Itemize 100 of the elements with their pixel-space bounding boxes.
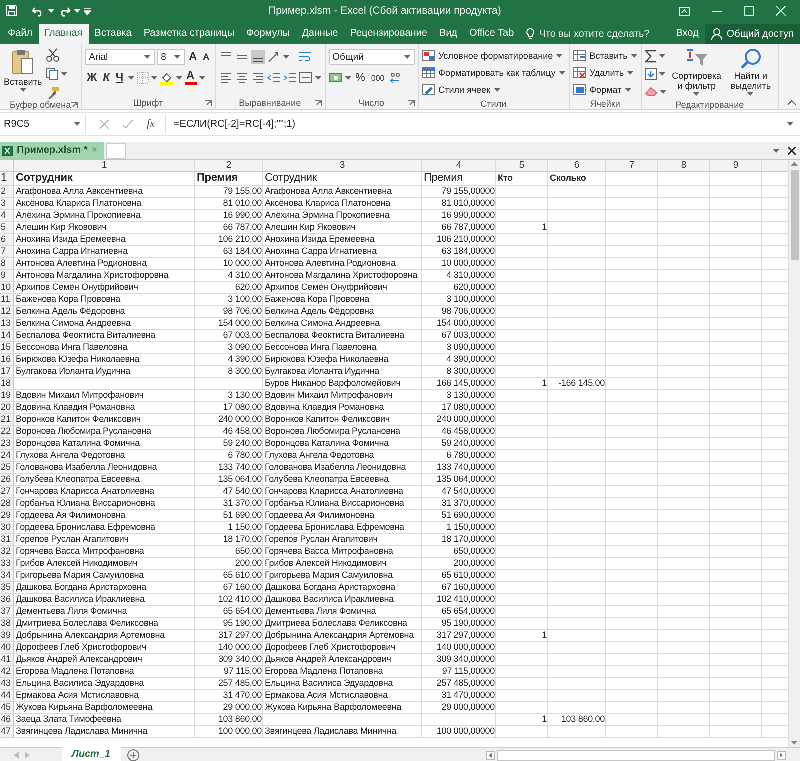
caret-icon[interactable] (627, 71, 634, 75)
row-header[interactable]: 12 (0, 306, 14, 317)
caret-icon[interactable] (556, 54, 564, 58)
maximize-icon[interactable] (744, 6, 754, 16)
caret-icon[interactable] (658, 72, 666, 76)
row-header[interactable]: 10 (0, 282, 14, 293)
cells-menu-button[interactable]: Удалить (572, 65, 638, 81)
row-header[interactable]: 5 (0, 222, 14, 233)
caret-icon[interactable] (48, 9, 55, 13)
font-color-button[interactable]: A (184, 71, 197, 85)
customize-toolbar-icon[interactable] (84, 8, 91, 14)
number-format-field[interactable]: Общий (328, 49, 415, 65)
caret-icon[interactable] (61, 72, 68, 76)
row-header[interactable]: 37 (0, 606, 14, 617)
format-painter-icon[interactable] (46, 86, 60, 100)
row-header[interactable]: 40 (0, 642, 14, 653)
person-icon[interactable] (710, 28, 723, 40)
launcher-icon[interactable] (204, 100, 212, 106)
sort-filter-button[interactable]: Сортировка и фильтр (670, 48, 724, 100)
scroll-up-icon[interactable] (791, 162, 798, 166)
styles-menu-button[interactable]: Стили ячеек (422, 82, 566, 98)
row-header[interactable]: 44 (0, 690, 14, 701)
row-header[interactable]: 4 (0, 210, 14, 221)
ribbon-options-icon[interactable] (679, 6, 690, 16)
row-header[interactable]: 15 (0, 342, 14, 353)
caret-icon[interactable] (630, 54, 638, 58)
caret-icon[interactable] (128, 76, 135, 80)
row-header[interactable]: 1 (0, 172, 14, 185)
ribbon-tab[interactable]: Вид (433, 24, 464, 44)
percent-button[interactable]: % (354, 72, 368, 84)
ribbon-tab[interactable]: Разметка страницы (138, 24, 241, 44)
scroll-down-icon[interactable] (791, 741, 798, 745)
column-header[interactable]: 9 (710, 160, 762, 171)
row-header[interactable]: 3 (0, 198, 14, 209)
orientation-icon[interactable] (266, 50, 281, 64)
row-header[interactable]: 23 (0, 438, 14, 449)
align-right-icon[interactable] (250, 71, 265, 85)
sum-icon[interactable] (644, 50, 657, 62)
align-center-icon[interactable] (234, 71, 249, 85)
row-header[interactable]: 6 (0, 234, 14, 245)
row-header[interactable]: 14 (0, 330, 14, 341)
caret-icon[interactable] (150, 76, 158, 80)
cells-menu-button[interactable]: Формат (572, 82, 638, 98)
row-header[interactable]: 34 (0, 570, 14, 581)
caret-icon[interactable] (144, 55, 152, 59)
scrollbar-thumb[interactable] (497, 750, 775, 761)
table-format-icon[interactable] (422, 67, 436, 79)
sheet-tab[interactable]: Лист_1 (62, 747, 121, 761)
row-header[interactable]: 35 (0, 582, 14, 593)
column-header[interactable]: 5 (496, 160, 548, 171)
caret-icon[interactable] (344, 76, 352, 80)
fill-color-icon[interactable] (160, 72, 174, 84)
row-header[interactable]: 11 (0, 294, 14, 305)
ribbon-tab[interactable]: Office Tab (464, 24, 520, 44)
row-header[interactable]: 26 (0, 474, 14, 485)
caret-icon[interactable] (773, 148, 780, 152)
copy-icon[interactable] (46, 68, 60, 80)
row-header[interactable]: 17 (0, 366, 14, 377)
row-header[interactable]: 28 (0, 498, 14, 509)
row-header[interactable]: 30 (0, 522, 14, 533)
name-box[interactable]: R9C5 (4, 118, 30, 130)
spreadsheet-icon[interactable] (2, 144, 13, 156)
caret-icon[interactable] (282, 55, 290, 59)
font-size-field[interactable]: 8 (157, 49, 186, 65)
caret-icon[interactable] (404, 55, 411, 59)
workbook-tab[interactable]: Пример.xlsm * × (0, 142, 104, 160)
ribbon-tab[interactable]: Формулы (240, 24, 296, 44)
row-header[interactable]: 18 (0, 378, 14, 389)
sign-in-link[interactable]: Вход (670, 24, 705, 44)
ribbon-tab[interactable]: Вставка (88, 24, 138, 44)
launcher-icon[interactable] (408, 100, 415, 106)
column-header[interactable]: 7 (606, 160, 658, 171)
format-cells-icon[interactable] (572, 84, 587, 96)
column-header[interactable]: 8 (658, 160, 710, 171)
row-header[interactable]: 13 (0, 318, 14, 329)
cells-menu-button[interactable]: Вставить (572, 48, 638, 64)
caret-icon[interactable] (624, 88, 632, 92)
column-header[interactable]: 4 (422, 160, 496, 171)
ribbon-tab[interactable]: Данные (296, 24, 344, 44)
fill-down-icon[interactable] (644, 68, 657, 80)
scroll-left-icon[interactable] (486, 751, 495, 760)
caret-icon[interactable] (693, 92, 700, 96)
bold-button[interactable]: Ж (85, 72, 100, 84)
row-header[interactable]: 46 (0, 714, 14, 725)
cell-styles-icon[interactable] (422, 84, 436, 96)
row-header[interactable]: 20 (0, 402, 14, 413)
caret-icon[interactable] (174, 55, 182, 59)
align-bottom-icon[interactable] (250, 50, 265, 64)
row-header[interactable]: 41 (0, 654, 14, 665)
row-header[interactable]: 39 (0, 630, 14, 641)
caret-icon[interactable] (314, 76, 322, 80)
caret-icon[interactable] (494, 88, 501, 92)
clipboard-icon[interactable] (11, 48, 36, 76)
merge-cells-icon[interactable] (298, 71, 313, 85)
caret-icon[interactable] (747, 92, 754, 96)
caret-icon[interactable] (176, 76, 183, 80)
row-header[interactable]: 43 (0, 678, 14, 689)
row-header[interactable]: 16 (0, 354, 14, 365)
row-header[interactable]: 2 (0, 186, 14, 197)
underline-button[interactable]: Ч (114, 72, 126, 84)
